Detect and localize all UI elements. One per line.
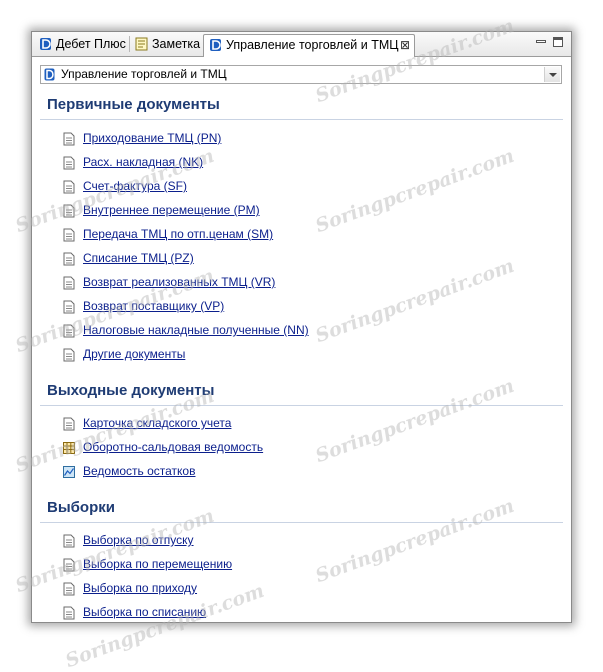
document-link[interactable]: Внутреннее перемещение (PM) — [83, 203, 260, 217]
report-link[interactable]: Оборотно-сальдовая ведомость — [83, 440, 263, 454]
section-divider — [40, 405, 563, 406]
module-select-value: Управление торговлей и ТМЦ — [61, 67, 227, 81]
minimize-icon[interactable] — [536, 37, 546, 47]
document-link[interactable]: Списание ТМЦ (PZ) — [83, 251, 194, 265]
chart-image-icon — [63, 466, 75, 478]
document-icon — [63, 156, 75, 170]
tab-label: Дебет Плюс — [56, 37, 126, 51]
report-link[interactable]: Карточка складского учета — [83, 416, 231, 430]
note-icon — [135, 37, 148, 51]
document-link[interactable]: Возврат поставщику (VP) — [83, 299, 224, 313]
document-link[interactable]: Возврат реализованных ТМЦ (VR) — [83, 275, 275, 289]
document-icon — [63, 252, 75, 266]
selection-link[interactable]: Выборка по приходу — [83, 581, 197, 595]
tab-debet-plus[interactable]: Дебет Плюс — [34, 34, 126, 55]
selection-link[interactable]: Выборка по отпуску — [83, 533, 194, 547]
document-icon — [63, 324, 75, 338]
document-icon — [63, 132, 75, 146]
document-link[interactable]: Передача ТМЦ по отп.ценам (SM) — [83, 227, 273, 241]
tab-label: Заметка — [152, 37, 201, 51]
document-link[interactable]: Другие документы — [83, 347, 185, 361]
debet-app-icon — [210, 39, 221, 51]
tab-trade-management[interactable]: Управление торговлей и ТМЦ ⊠ — [203, 34, 415, 57]
document-icon — [63, 534, 75, 548]
document-icon — [63, 228, 75, 242]
report-link[interactable]: Ведомость остатков — [83, 464, 195, 478]
document-icon — [63, 582, 75, 596]
table-grid-icon — [63, 442, 75, 454]
document-link[interactable]: Приходование ТМЦ (PN) — [83, 131, 221, 145]
section-title-output-documents: Выходные документы — [47, 382, 215, 399]
section-title-selections: Выборки — [47, 499, 115, 516]
document-icon — [63, 558, 75, 572]
selection-link[interactable]: Выборка по списанию — [83, 605, 206, 619]
section-divider — [40, 522, 563, 523]
module-select[interactable]: Управление торговлей и ТМЦ — [40, 65, 562, 84]
document-icon — [63, 300, 75, 314]
close-tab-icon[interactable]: ⊠ — [400, 35, 410, 55]
document-icon — [63, 180, 75, 194]
maximize-icon[interactable] — [553, 37, 563, 47]
document-icon — [63, 204, 75, 218]
tab-bar: Дебет Плюс Заметка Управление торговлей … — [32, 32, 571, 57]
debet-app-icon — [44, 68, 55, 81]
selection-link[interactable]: Выборка по перемещению — [83, 557, 232, 571]
section-divider — [40, 119, 563, 120]
section-title-primary-documents: Первичные документы — [47, 96, 220, 113]
app-window: Дебет Плюс Заметка Управление торговлей … — [31, 31, 572, 623]
document-link[interactable]: Налоговые накладные полученные (NN) — [83, 323, 309, 337]
tab-label: Управление торговлей и ТМЦ — [226, 38, 399, 52]
debet-app-icon — [40, 38, 51, 50]
document-link[interactable]: Счет-фактура (SF) — [83, 179, 187, 193]
document-link[interactable]: Расх. накладная (NK) — [83, 155, 203, 169]
document-icon — [63, 606, 75, 620]
document-icon — [63, 417, 75, 431]
document-icon — [63, 348, 75, 362]
tab-note[interactable]: Заметка — [130, 34, 202, 55]
document-icon — [63, 276, 75, 290]
chevron-down-icon[interactable] — [544, 67, 560, 82]
